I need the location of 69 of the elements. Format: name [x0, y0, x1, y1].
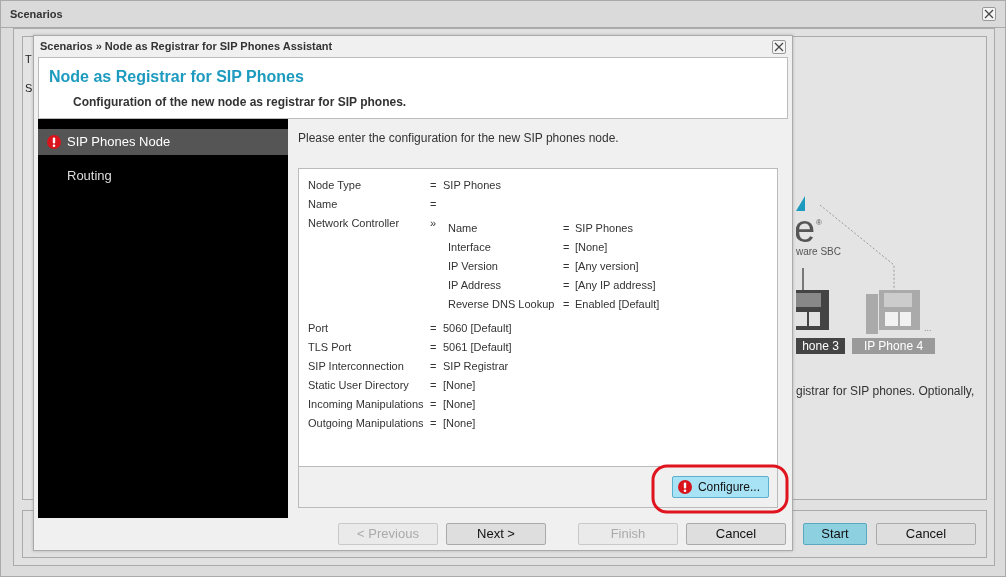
setting-separator: =	[430, 178, 438, 193]
setting-value: 5060 [Default]	[443, 321, 513, 336]
desk-phone-icon	[796, 290, 829, 330]
setting-value: [None]	[575, 240, 609, 255]
setting-separator: =	[430, 378, 438, 393]
setting-value: Enabled [Default]	[575, 297, 661, 312]
setting-label: Reverse DNS Lookup	[448, 297, 556, 312]
setting-separator: =	[430, 359, 438, 374]
description-text: gistrar for SIP phones. Optionally,	[796, 383, 976, 400]
configure-button[interactable]: Configure...	[671, 476, 769, 498]
error-icon	[47, 135, 61, 149]
setting-value: SIP Registrar	[443, 359, 510, 374]
setting-value: [Any IP address]	[575, 278, 657, 293]
setting-separator: =	[430, 416, 438, 431]
dialog-heading: Node as Registrar for SIP Phones	[49, 67, 305, 87]
setting-label: Interface	[448, 240, 492, 255]
setting-label: Outgoing Manipulations	[308, 416, 425, 431]
setting-separator: =	[563, 297, 571, 312]
partial-text: S	[25, 80, 33, 96]
start-button[interactable]: Start	[803, 523, 867, 545]
setting-label: TLS Port	[308, 340, 353, 355]
setting-label: Port	[308, 321, 330, 336]
setting-label: IP Version	[448, 259, 499, 274]
setting-value: SIP Phones	[575, 221, 634, 236]
intro-text: Please enter the configuration for the new SIP phones node.	[298, 130, 620, 147]
close-icon	[774, 41, 784, 52]
setting-label: Name	[448, 221, 479, 236]
connector-line	[802, 267, 804, 291]
phone-label: hone 3	[796, 338, 845, 354]
setting-value: SIP Phones	[443, 178, 502, 193]
wizard-button[interactable]: Cancel	[686, 523, 786, 545]
registered-mark: ®	[816, 218, 822, 227]
setting-separator: =	[563, 259, 571, 274]
setting-label: Network Controller	[308, 216, 401, 231]
setting-separator: =	[563, 278, 571, 293]
setting-label: Incoming Manipulations	[308, 397, 425, 412]
setting-label: Static User Directory	[308, 378, 410, 393]
setting-value: [None]	[443, 378, 477, 393]
setting-value: [None]	[443, 397, 477, 412]
close-button[interactable]	[772, 39, 786, 54]
partial-text: T	[25, 52, 32, 67]
step-item[interactable]: Routing	[38, 163, 288, 189]
step-item[interactable]: SIP Phones Node	[38, 129, 288, 155]
close-icon	[984, 9, 994, 19]
setting-separator: =	[563, 221, 571, 236]
phone-label: IP Phone 4	[852, 338, 935, 354]
setting-label: Name	[308, 197, 339, 212]
wizard-button[interactable]: Next >	[446, 523, 546, 545]
setting-value: 5061 [Default]	[443, 340, 513, 355]
setting-value: [Any version]	[575, 259, 640, 274]
setting-separator: =	[430, 197, 438, 212]
error-icon	[677, 480, 692, 494]
more-text: ...	[924, 323, 932, 333]
window-title: Scenarios	[10, 6, 63, 22]
setting-separator: =	[430, 321, 438, 336]
setting-label: IP Address	[448, 278, 502, 293]
logo-shape	[796, 196, 805, 211]
cancel-button[interactable]: Cancel	[876, 523, 976, 545]
dialog-title: Scenarios » Node as Registrar for SIP Phones Assistant	[40, 39, 333, 55]
close-button[interactable]	[982, 7, 996, 21]
setting-label: Node Type	[308, 178, 362, 193]
setting-separator: »	[430, 216, 438, 231]
setting-separator: =	[430, 340, 438, 355]
desk-phone-icon	[866, 290, 920, 334]
setting-value: [None]	[443, 416, 477, 431]
setting-separator: =	[563, 240, 571, 255]
setting-label: SIP Interconnection	[308, 359, 405, 374]
dialog-subheading: Configuration of the new node as registrar for SIP phones.	[73, 94, 408, 112]
setting-separator: =	[430, 397, 438, 412]
